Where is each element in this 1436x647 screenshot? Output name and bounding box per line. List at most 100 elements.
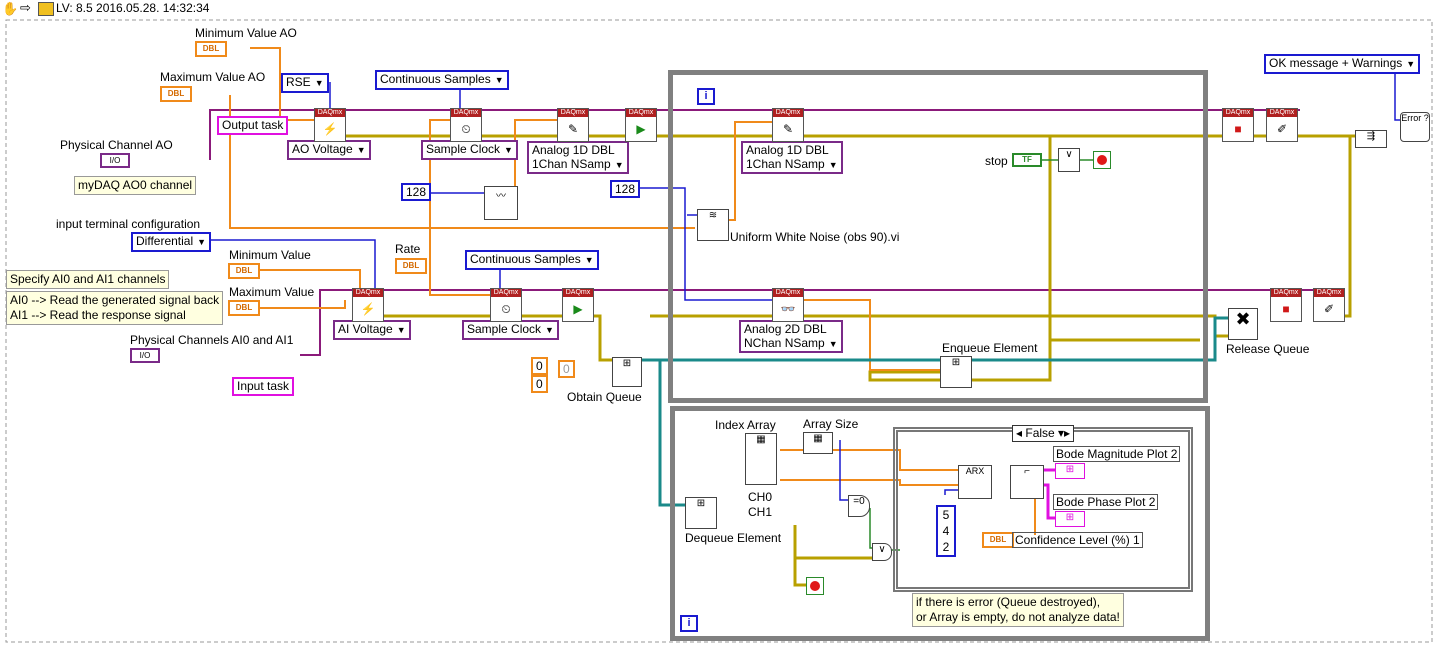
bode-icon: ⌐ xyxy=(1024,466,1030,477)
const-0-a[interactable]: 0 xyxy=(531,357,548,375)
enqueue-element-node[interactable]: ⊞ xyxy=(940,356,972,388)
obtain-queue-node[interactable]: ⊞ xyxy=(612,357,642,387)
physical-channels-ai-label: Physical Channels AI0 and AI1 xyxy=(130,333,294,347)
analog-1d-write-value: Analog 1D DBL 1Chan NSamp xyxy=(532,143,615,171)
analog-1d-write2-selector[interactable]: Analog 1D DBL 1Chan NSamp ▼ xyxy=(741,141,843,174)
write-pencil-icon: ✎ xyxy=(782,122,794,136)
daqmx-write-1[interactable]: DAQmx ✎ xyxy=(557,108,589,142)
array-size-label: Array Size xyxy=(803,417,859,431)
simple-error-handler-node[interactable]: Error ? xyxy=(1400,112,1430,142)
index-array-node[interactable]: ▦ xyxy=(745,433,777,485)
const-0-b[interactable]: 0 xyxy=(531,375,548,393)
sample-clock-bottom-selector[interactable]: Sample Clock ▼ xyxy=(462,320,559,340)
differential-ring[interactable]: Differential ▼ xyxy=(131,232,212,252)
daqmx-header: DAQmx xyxy=(451,109,481,117)
daqmx-write-2[interactable]: DAQmx ✎ xyxy=(772,108,804,142)
rate-control[interactable]: DBL xyxy=(395,258,427,274)
min-value-ao-control[interactable]: DBL xyxy=(195,41,227,57)
confidence-level-control[interactable]: DBL xyxy=(982,532,1014,548)
daqmx-create-channel-ai[interactable]: DAQmx ⚡ xyxy=(352,288,384,322)
daqmx-clear-ai[interactable]: DAQmx ✐ xyxy=(1313,288,1345,322)
obtain-queue-label: Obtain Queue xyxy=(567,390,642,404)
minimum-value-control[interactable]: DBL xyxy=(228,263,260,279)
error-note: if there is error (Queue destroyed), or … xyxy=(912,593,1124,627)
daqmx-create-channel-ao[interactable]: DAQmx ⚡ xyxy=(314,108,346,142)
ok-message-ring[interactable]: OK message + Warnings ▼ xyxy=(1264,54,1421,74)
daqmx-stop-ai[interactable]: DAQmx ■ xyxy=(1270,288,1302,322)
or-node-bottom[interactable]: ∨ xyxy=(872,543,892,561)
daqmx-clear-ao[interactable]: DAQmx ✐ xyxy=(1266,108,1298,142)
arx-order-4: 4 xyxy=(942,524,950,538)
input-terminal-config-label: input terminal configuration xyxy=(56,217,201,231)
stop-icon: ■ xyxy=(1234,122,1242,136)
or-node[interactable]: ∨ xyxy=(1058,148,1080,172)
noise-icon: ≋ xyxy=(708,210,718,221)
ai1-note-line: AI1 --> Read the response signal xyxy=(10,308,186,322)
ao-voltage-selector[interactable]: AO Voltage ▼ xyxy=(287,140,371,160)
bode-magnitude-label: Bode Magnitude Plot 2 xyxy=(1053,446,1181,462)
physical-channel-ao-control[interactable]: I/O xyxy=(100,153,130,168)
equal-zero-node[interactable]: =0 xyxy=(848,495,870,517)
build-waveform-node[interactable]: 〰 xyxy=(484,186,518,220)
uniform-white-noise-node[interactable]: ≋ xyxy=(697,209,729,241)
output-task-constant[interactable]: Output task xyxy=(217,116,289,135)
rate-label: Rate xyxy=(395,242,421,256)
case-selector[interactable]: ◂ False ▾▸ xyxy=(1012,425,1075,442)
samples-128-constant-2[interactable]: 128 xyxy=(610,180,641,198)
max-value-ao-label: Maximum Value AO xyxy=(160,70,266,84)
continuous-samples-bottom-ring[interactable]: Continuous Samples ▼ xyxy=(465,250,599,270)
sample-clock-top-selector[interactable]: Sample Clock ▼ xyxy=(421,140,518,160)
dropdown-arrow-icon: ▼ xyxy=(828,160,838,170)
stop-icon: ■ xyxy=(1282,302,1290,316)
bode-magnitude-indicator: ⊞ xyxy=(1055,463,1085,479)
daqmx-timing-ai[interactable]: DAQmx ⏲ xyxy=(490,288,522,322)
dequeue-element-label: Dequeue Element xyxy=(685,531,782,545)
dropdown-arrow-icon: ▼ xyxy=(356,145,366,155)
input-task-constant[interactable]: Input task xyxy=(232,377,295,396)
index-array-label: Index Array xyxy=(715,418,776,432)
daqmx-header: DAQmx xyxy=(773,109,803,117)
analog-1d-write2-value: Analog 1D DBL 1Chan NSamp xyxy=(746,143,829,171)
graph-indicator-icon: ⊞ xyxy=(1065,512,1075,523)
case-selector-label: False xyxy=(1025,426,1055,440)
or-gate-icon: ∨ xyxy=(1065,149,1073,160)
release-queue-node[interactable]: ✖ xyxy=(1228,308,1258,340)
ch0-label: CH0 xyxy=(748,490,773,504)
ai-channels-note: AI0 --> Read the generated signal back A… xyxy=(6,291,224,325)
dropdown-arrow-icon: ▼ xyxy=(314,78,324,88)
daqmx-header: DAQmx xyxy=(563,289,593,297)
maximum-value-control[interactable]: DBL xyxy=(228,300,260,316)
analog-1d-write-selector[interactable]: Analog 1D DBL 1Chan NSamp ▼ xyxy=(527,141,629,174)
ai-voltage-selector[interactable]: AI Voltage ▼ xyxy=(333,320,411,340)
dropdown-arrow-icon: ▼ xyxy=(197,237,207,247)
rse-value: RSE xyxy=(286,75,311,89)
bode-node[interactable]: ⌐ xyxy=(1010,465,1044,499)
const-0-c[interactable]: 0 xyxy=(558,360,575,378)
continuous-samples-top-value: Continuous Samples xyxy=(380,72,491,86)
array-size-node[interactable]: ▦ xyxy=(803,432,833,454)
arx-icon: ARX xyxy=(965,466,985,476)
daqmx-read-ai[interactable]: DAQmx 👓 xyxy=(772,288,804,322)
stop-label: stop xyxy=(985,154,1008,168)
rse-ring[interactable]: RSE ▼ xyxy=(281,73,329,93)
dequeue-element-node[interactable]: ⊞ xyxy=(685,497,717,529)
daqmx-timing-ao[interactable]: DAQmx ⏲ xyxy=(450,108,482,142)
dropdown-arrow-icon: ▼ xyxy=(545,325,554,335)
daqmx-start-ai[interactable]: DAQmx ▶ xyxy=(562,288,594,322)
physical-channels-ai-control[interactable]: I/O xyxy=(130,348,160,363)
sample-clock-bottom-value: Sample Clock xyxy=(467,322,542,336)
merge-errors-node[interactable]: ⇶ xyxy=(1355,130,1387,148)
daqmx-stop-ao[interactable]: DAQmx ■ xyxy=(1222,108,1254,142)
analog-2d-read-selector[interactable]: Analog 2D DBL NChan NSamp ▼ xyxy=(739,320,843,353)
loop-stop-terminal xyxy=(1093,151,1111,169)
uniform-white-noise-label: Uniform White Noise (obs 90).vi xyxy=(730,230,900,244)
continuous-samples-top-ring[interactable]: Continuous Samples ▼ xyxy=(375,70,509,90)
daqmx-start-ao[interactable]: DAQmx ▶ xyxy=(625,108,657,142)
samples-128-constant[interactable]: 128 xyxy=(401,183,432,201)
arx-estimate-node[interactable]: ARX xyxy=(958,465,992,499)
eraser-icon: ✐ xyxy=(1276,122,1288,136)
max-value-ao-control[interactable]: DBL xyxy=(160,86,192,102)
ai-voltage-value: AI Voltage xyxy=(338,322,393,336)
stop-control[interactable]: TF xyxy=(1012,153,1042,167)
arx-order-array[interactable]: 5 4 2 xyxy=(936,505,956,557)
